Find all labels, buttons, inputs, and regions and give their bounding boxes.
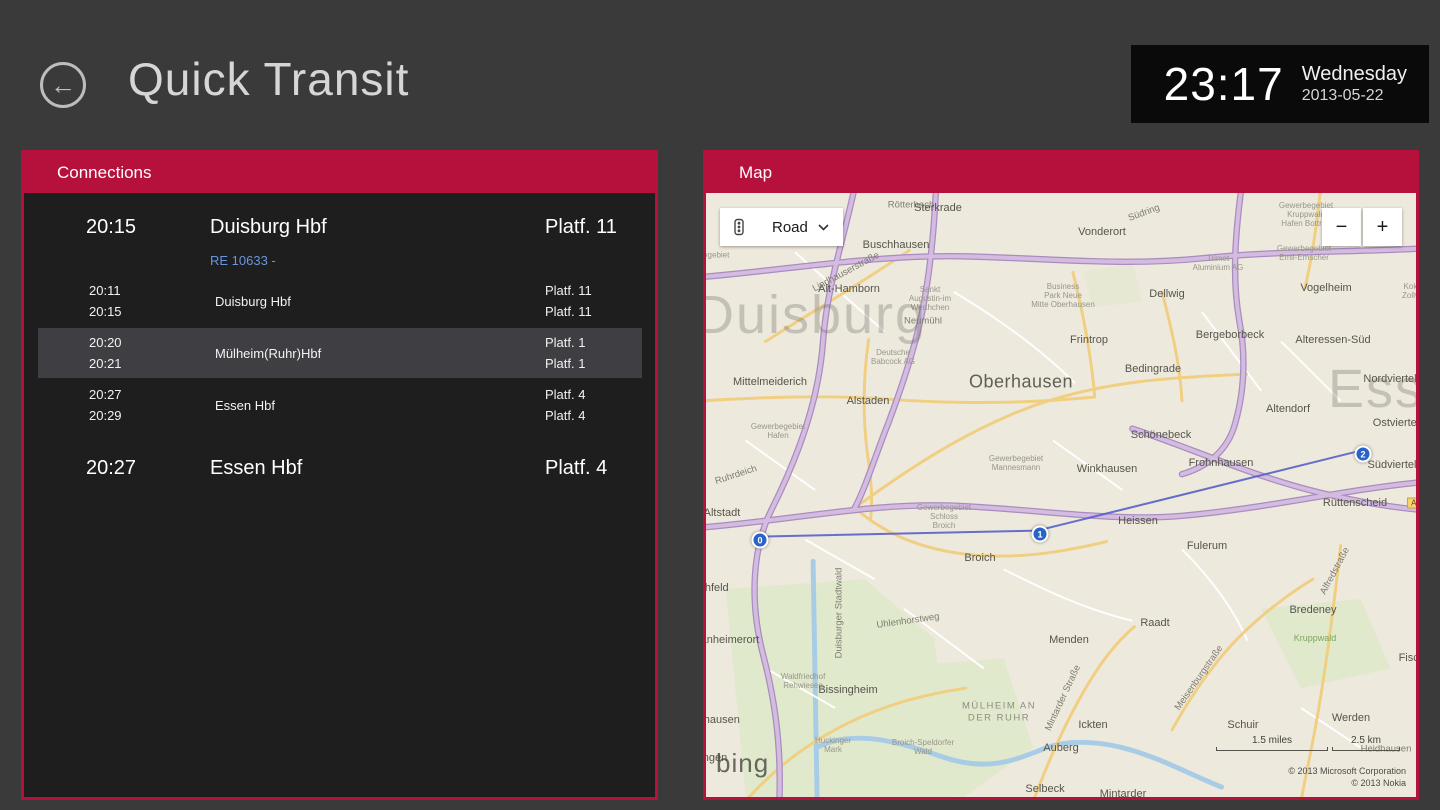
app-screen: ← Quick Transit 23:17 Wednesday 2013-05-…: [0, 0, 1440, 810]
connection-origin-row: 20:15 Duisburg Hbf Platf. 11: [24, 203, 655, 251]
stop-times: 20:2720:29: [89, 384, 215, 426]
map-style-label: Road: [772, 219, 808, 236]
stop-row[interactable]: 20:1120:15 Duisburg Hbf Platf. 11Platf. …: [38, 276, 642, 326]
clock-date: 2013-05-22: [1302, 86, 1407, 105]
clock-day: Wednesday: [1302, 62, 1407, 86]
map-header: Map: [706, 153, 1416, 193]
stop-platforms: Platf. 4Platf. 4: [545, 384, 642, 426]
traffic-toggle-button[interactable]: [720, 208, 758, 246]
route-marker[interactable]: 0: [752, 532, 769, 549]
clock-time: 23:17: [1164, 57, 1284, 111]
map-scale: 1.5 miles 2.5 km: [1216, 735, 1400, 751]
stop-times: 20:1120:15: [89, 280, 215, 322]
stop-times: 20:2020:21: [89, 332, 215, 374]
destination-time: 20:27: [86, 457, 210, 480]
zoom-in-button[interactable]: +: [1363, 208, 1402, 246]
route-line: [760, 451, 1358, 536]
scale-miles-bar: [1216, 747, 1328, 751]
stop-row[interactable]: 20:2720:29 Essen Hbf Platf. 4Platf. 4: [38, 380, 642, 430]
route-marker[interactable]: 1: [1032, 526, 1049, 543]
stop-platforms: Platf. 11Platf. 11: [545, 280, 642, 322]
origin-station: Duisburg Hbf: [210, 216, 545, 239]
route-marker[interactable]: 2: [1355, 446, 1372, 463]
zoom-out-button[interactable]: −: [1322, 208, 1361, 246]
map-zoom-control: − +: [1322, 208, 1402, 246]
map-roads: [706, 193, 1416, 797]
traffic-light-icon: [730, 218, 748, 236]
stop-platforms: Platf. 1Platf. 1: [545, 332, 642, 374]
map-canvas[interactable]: RötterbachSterkradeSüdringGewerbegebiet …: [706, 193, 1416, 797]
connection-destination-row: 20:27 Essen Hbf Platf. 4: [24, 444, 655, 492]
map-style-control: Road: [720, 208, 843, 246]
page-title: Quick Transit: [128, 52, 409, 106]
train-link[interactable]: RE 10633 -: [24, 253, 655, 268]
connections-header: Connections: [24, 153, 655, 193]
back-arrow-icon: ←: [50, 70, 76, 101]
clock-panel: 23:17 Wednesday 2013-05-22: [1131, 45, 1429, 123]
origin-time: 20:15: [86, 216, 210, 239]
destination-station: Essen Hbf: [210, 457, 545, 480]
stop-station: Essen Hbf: [215, 398, 545, 413]
map-style-dropdown[interactable]: Road: [758, 208, 843, 246]
chevron-down-icon: [818, 224, 829, 231]
origin-platform: Platf. 11: [545, 216, 655, 239]
scale-km-bar: [1332, 747, 1400, 751]
map-copyright: © 2013 Microsoft Corporation © 2013 Noki…: [1288, 765, 1406, 789]
connections-list: 20:15 Duisburg Hbf Platf. 11 RE 10633 - …: [24, 193, 655, 492]
back-button[interactable]: ←: [40, 62, 86, 108]
stop-row-selected[interactable]: 20:2020:21 Mülheim(Ruhr)Hbf Platf. 1Plat…: [38, 328, 642, 378]
bing-logo: bing: [716, 748, 769, 779]
stop-station: Duisburg Hbf: [215, 294, 545, 309]
scale-miles-label: 1.5 miles: [1252, 735, 1292, 746]
destination-platform: Platf. 4: [545, 457, 655, 480]
scale-km-label: 2.5 km: [1351, 735, 1381, 746]
map-panel: Map: [703, 150, 1419, 800]
stop-station: Mülheim(Ruhr)Hbf: [215, 346, 545, 361]
connections-panel: Connections 20:15 Duisburg Hbf Platf. 11…: [21, 150, 658, 800]
